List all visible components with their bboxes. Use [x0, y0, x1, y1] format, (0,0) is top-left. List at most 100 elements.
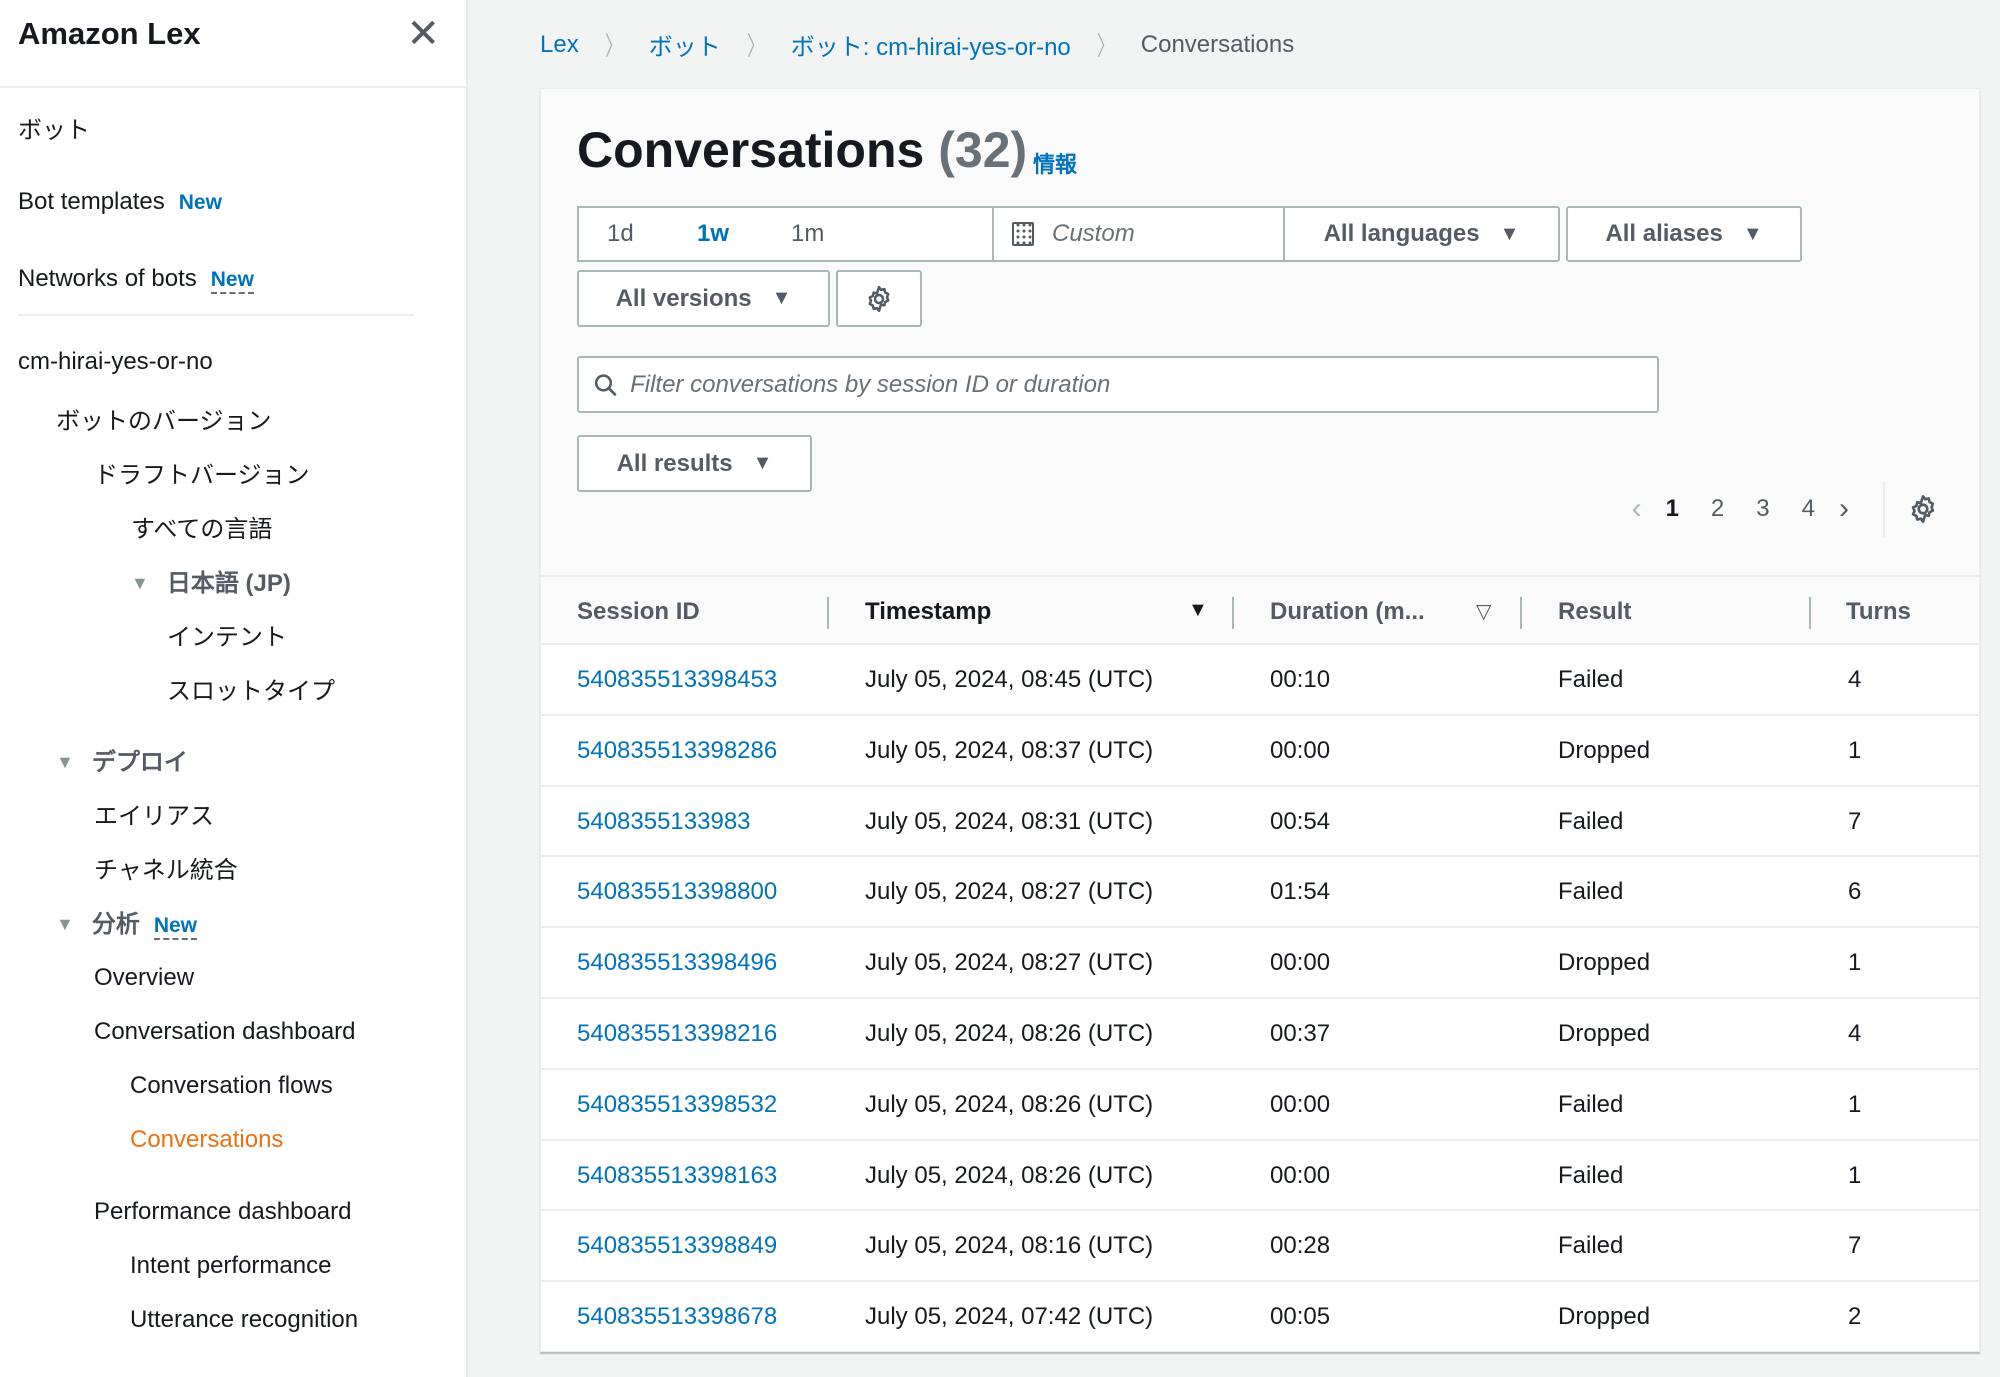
session-id-link[interactable]: 540835513398453 — [577, 645, 777, 715]
session-id-link[interactable]: 540835513398496 — [577, 928, 777, 998]
turns-cell: 7 — [1848, 807, 1862, 835]
sidebar-item-utterance-recognition[interactable]: Utterance recognition — [130, 1306, 358, 1334]
table-row: 540835513398678 July 05, 2024, 07:42 (UT… — [541, 1282, 1979, 1351]
sidebar-item-slot-types[interactable]: スロットタイプ — [167, 671, 335, 706]
breadcrumb-bots[interactable]: ボット — [649, 27, 721, 62]
session-id-link[interactable]: 540835513398532 — [577, 1070, 777, 1140]
turns-cell: 7 — [1848, 1232, 1862, 1260]
column-resizer[interactable] — [1809, 597, 1811, 629]
sidebar-item-overview[interactable]: Overview — [94, 964, 194, 992]
column-header-result[interactable]: Result — [1558, 577, 1631, 647]
result-cell: Dropped — [1558, 1019, 1651, 1047]
info-link[interactable]: 情報 — [1033, 147, 1077, 179]
conversations-container: Conversations (32) 情報 1d 1w 1m Custom Al… — [540, 88, 1980, 1352]
page-title-text: Conversations — [577, 122, 925, 178]
duration-cell: 00:05 — [1270, 1303, 1331, 1331]
range-option-1d[interactable]: 1d — [607, 220, 634, 248]
sidebar-item-label: Overview — [94, 964, 195, 991]
sidebar-item-draft-version[interactable]: ドラフトバージョン — [94, 455, 310, 490]
sidebar-item-label: Bot templates — [18, 188, 165, 215]
result-cell: Failed — [1558, 666, 1624, 693]
sidebar-item-analytics[interactable]: ▼ 分析 New — [56, 904, 198, 940]
aliases-dropdown[interactable]: All aliases ▼ — [1566, 206, 1802, 262]
column-header-turns[interactable]: Turns — [1846, 577, 1911, 647]
sort-descending-icon[interactable]: ▼ — [1188, 599, 1208, 622]
sidebar-divider — [18, 314, 414, 316]
session-id-link[interactable]: 5408355133983 — [577, 787, 751, 857]
sidebar-item-channel-integrations[interactable]: チャネル統合 — [94, 850, 238, 885]
breadcrumb-bot[interactable]: ボット: cm-hirai-yes-or-no — [791, 27, 1071, 62]
session-id-link[interactable]: 540835513398216 — [577, 999, 777, 1069]
search-field[interactable] — [577, 356, 1659, 413]
session-id-link[interactable]: 540835513398800 — [577, 857, 777, 927]
breadcrumb-current: Conversations — [1140, 30, 1295, 58]
sidebar-item-label: Networks of bots — [18, 265, 197, 292]
sidebar-item-bot-templates[interactable]: Bot templates New — [18, 188, 222, 216]
sidebar-item-intents[interactable]: インテント — [167, 617, 287, 652]
column-header-session-id[interactable]: Session ID — [577, 577, 700, 647]
page-3[interactable]: 3 — [1756, 495, 1769, 523]
sidebar-item-all-languages[interactable]: すべての言語 — [131, 509, 272, 544]
sidebar-item-deploy[interactable]: ▼ デプロイ — [56, 742, 188, 777]
result-cell: Dropped — [1558, 736, 1651, 764]
sort-outline-icon[interactable]: ▽ — [1476, 599, 1491, 624]
breadcrumb: Lex 〉 ボット 〉 ボット: cm-hirai-yes-or-no 〉 Co… — [540, 26, 1294, 63]
sidebar-item-label: 日本語 (JP) — [166, 570, 291, 597]
session-id-link[interactable]: 540835513398163 — [577, 1141, 777, 1211]
next-page-icon[interactable]: › — [1839, 492, 1849, 526]
caret-down-icon[interactable]: ▼ — [131, 573, 149, 594]
new-badge[interactable]: New — [153, 914, 198, 940]
results-dropdown[interactable]: All results ▼ — [577, 435, 812, 492]
session-id-link[interactable]: 540835513398678 — [577, 1282, 777, 1351]
turns-cell: 6 — [1848, 878, 1862, 906]
table-preferences-gear-icon[interactable] — [1907, 493, 1939, 525]
close-icon[interactable]: ✕ — [406, 14, 440, 54]
sidebar-item-aliases[interactable]: エイリアス — [94, 796, 214, 831]
range-option-1w[interactable]: 1w — [697, 220, 729, 248]
page-4[interactable]: 4 — [1802, 495, 1815, 523]
timestamp-cell: July 05, 2024, 08:31 (UTC) — [865, 807, 1154, 835]
column-resizer[interactable] — [1520, 597, 1522, 629]
page-2[interactable]: 2 — [1711, 495, 1724, 523]
table-row: 5408355133983 July 05, 2024, 08:31 (UTC)… — [541, 787, 1979, 858]
sidebar-header: Amazon Lex ✕ — [0, 0, 466, 88]
duration-cell: 01:54 — [1270, 878, 1331, 906]
versions-dropdown-label: All versions — [615, 284, 752, 312]
sidebar-item-networks-of-bots[interactable]: Networks of bots New — [18, 265, 254, 294]
breadcrumb-lex[interactable]: Lex — [540, 31, 579, 59]
table-body: 540835513398453 July 05, 2024, 08:45 (UT… — [541, 645, 1979, 1351]
sidebar-item-conversation-flows[interactable]: Conversation flows — [130, 1072, 333, 1100]
session-id-link[interactable]: 540835513398849 — [577, 1211, 777, 1281]
result-cell: Dropped — [1558, 1303, 1651, 1331]
result-cell: Failed — [1558, 1161, 1624, 1189]
sidebar-item-label: Utterance recognition — [130, 1306, 359, 1333]
column-resizer[interactable] — [827, 597, 829, 629]
page-1[interactable]: 1 — [1666, 495, 1679, 523]
range-option-1m[interactable]: 1m — [791, 220, 824, 248]
sidebar-item-performance-dashboard[interactable]: Performance dashboard — [94, 1198, 351, 1226]
previous-page-icon[interactable]: ‹ — [1632, 492, 1642, 526]
caret-down-icon[interactable]: ▼ — [56, 914, 74, 935]
versions-dropdown[interactable]: All versions ▼ — [577, 270, 830, 327]
column-resizer[interactable] — [1232, 597, 1234, 629]
search-input[interactable] — [630, 370, 1657, 399]
session-id-link[interactable]: 540835513398286 — [577, 716, 777, 786]
sidebar-item-intent-performance[interactable]: Intent performance — [130, 1252, 331, 1280]
languages-dropdown[interactable]: All languages ▼ — [1283, 206, 1560, 262]
sidebar-item-label: Intent performance — [130, 1252, 332, 1279]
sidebar-item-label: エイリアス — [94, 803, 214, 830]
sidebar-item-japanese[interactable]: ▼ 日本語 (JP) — [131, 563, 291, 598]
caret-down-icon[interactable]: ▼ — [56, 752, 74, 773]
new-badge[interactable]: New — [210, 268, 254, 294]
sidebar-item-label: Conversations — [130, 1126, 284, 1153]
table-row: 540835513398849 July 05, 2024, 08:16 (UT… — [541, 1211, 1979, 1283]
sidebar-item-bots[interactable]: ボット — [18, 110, 90, 145]
sidebar-item-bot-versions[interactable]: ボットのバージョン — [56, 401, 272, 436]
table-row: 540835513398800 July 05, 2024, 08:27 (UT… — [541, 857, 1979, 929]
sidebar-item-bot-name[interactable]: cm-hirai-yes-or-no — [18, 348, 213, 376]
filter-settings-button[interactable] — [836, 270, 922, 327]
sidebar-item-conversations[interactable]: Conversations — [130, 1126, 283, 1154]
sidebar-item-conversation-dashboard[interactable]: Conversation dashboard — [94, 1018, 356, 1046]
column-header-timestamp[interactable]: Timestamp — [865, 577, 991, 647]
column-header-duration[interactable]: Duration (m... — [1270, 577, 1425, 647]
